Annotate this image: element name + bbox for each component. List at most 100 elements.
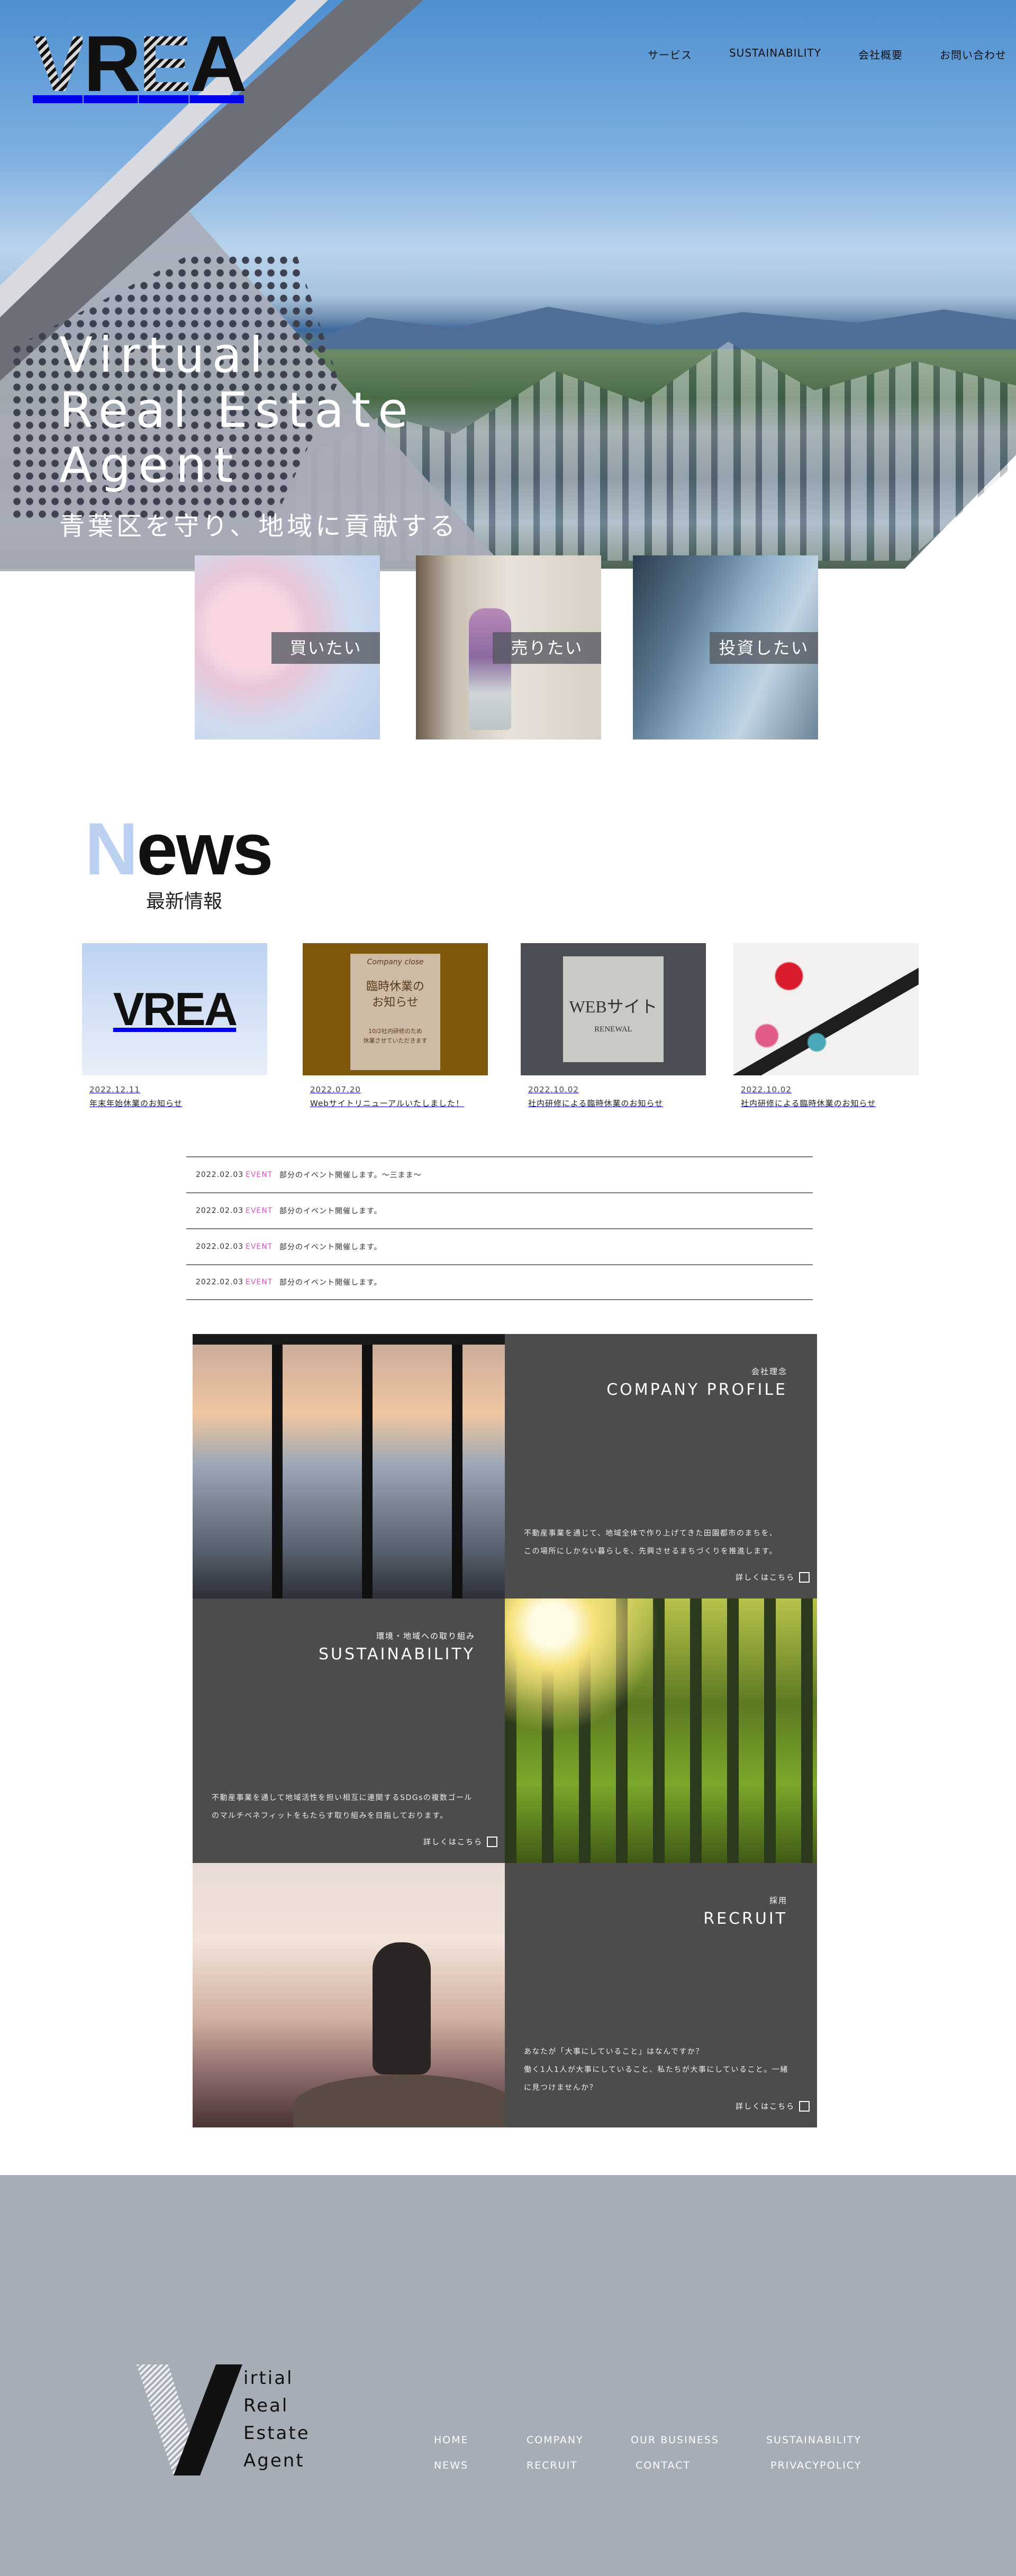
hero-title-line: Virtual bbox=[59, 327, 270, 383]
more-label: 詳しくはこちら bbox=[736, 1574, 795, 1582]
service-card-buy[interactable]: 買いたい bbox=[195, 555, 380, 739]
section-kicker: 会社理念 bbox=[751, 1367, 787, 1376]
logo-letter: R bbox=[84, 19, 141, 108]
section-body: 不動産事業を通して地域活性を担い相互に連関するSDGsの複数ゴール のマルチベネ… bbox=[212, 1789, 473, 1825]
rock-shape bbox=[293, 2075, 505, 2127]
footer-link-company[interactable]: COMPANY bbox=[527, 2434, 631, 2460]
recruit-more-link[interactable]: 詳しくはこちら bbox=[736, 2101, 810, 2112]
footer-link-recruit[interactable]: RECRUIT bbox=[527, 2460, 636, 2485]
renewal-note: RENEWAL bbox=[594, 1025, 632, 1034]
section-body-line: 働く1人1人が大事にしていること、私たちが大事にしていること。一緒 bbox=[524, 2066, 788, 2074]
sustainability-more-link[interactable]: 詳しくはこちら bbox=[423, 1837, 497, 1847]
external-link-icon bbox=[799, 2101, 810, 2112]
event-text: 部分のイベント開催します。 bbox=[279, 1243, 382, 1252]
nav-item-contact[interactable]: お問い合わせ bbox=[940, 47, 1006, 62]
section-title: RECRUIT bbox=[703, 1910, 787, 1928]
more-label: 詳しくはこちら bbox=[736, 2103, 795, 2111]
logo-letter: V bbox=[33, 19, 86, 108]
notice-script: Company close bbox=[367, 958, 424, 966]
news-subheading: 最新情報 bbox=[146, 891, 223, 912]
service-card-sell[interactable]: 売りたい bbox=[416, 555, 601, 739]
nav-item-service[interactable]: サービス bbox=[648, 47, 692, 62]
notice-body: 10/2社内研修のため 休業させていただきます bbox=[363, 1028, 428, 1044]
footer-logo-mark[interactable] bbox=[137, 2364, 242, 2475]
news-title: Webサイトリニューアルいたしました！ bbox=[310, 1099, 464, 1108]
section-body-line: に見つけませんか？ bbox=[524, 2084, 598, 2092]
event-text: 部分のイベント開催します。〜三まま〜 bbox=[279, 1171, 422, 1180]
news-thumbnail: Company close 臨時休業の お知らせ 10/2社内研修のため 休業さ… bbox=[303, 943, 488, 1075]
nav-item-sustainability[interactable]: SUSTAINABILITY bbox=[729, 47, 821, 62]
section-title: COMPANY PROFILE bbox=[606, 1381, 787, 1399]
event-row[interactable]: 2022.02.03 EVENT 部分のイベント開催します。〜三まま〜 bbox=[186, 1156, 813, 1192]
hero-subtitle: 青葉区を守り、地域に貢献する bbox=[59, 511, 459, 541]
service-card-invest[interactable]: 投資したい bbox=[633, 555, 818, 739]
footer-links: HOME COMPANY OUR BUSINESS SUSTAINABILITY… bbox=[434, 2434, 884, 2485]
footer-logo-text: irtial Real Estate Agent bbox=[243, 2364, 310, 2474]
news-heading: News bbox=[85, 812, 274, 886]
news-thumbnail bbox=[733, 943, 919, 1075]
news-card[interactable]: 2022.10.02 社内研修による臨時休業のお知らせ bbox=[733, 943, 919, 1109]
footer-logo-line: Estate bbox=[243, 2423, 310, 2444]
office-window-image bbox=[193, 1334, 505, 1598]
section-body-line: あなたが「大事にしていること」はなんですか？ bbox=[524, 2048, 704, 2056]
site-logo[interactable]: V R E A bbox=[33, 19, 247, 108]
service-card-label: 投資したい bbox=[710, 632, 818, 664]
sustainability-panel: 環境・地域への取り組み SUSTAINABILITY 不動産事業を通して地域活性… bbox=[193, 1598, 505, 1863]
event-list: 2022.02.03 EVENT 部分のイベント開催します。〜三まま〜 2022… bbox=[186, 1156, 813, 1300]
event-tag: EVENT bbox=[246, 1243, 273, 1251]
news-thumbnail: WEBサイト RENEWAL bbox=[521, 943, 706, 1075]
service-card-label: 買いたい bbox=[271, 632, 380, 664]
news-heading-rest: ews bbox=[137, 807, 274, 890]
news-card[interactable]: WEBサイト RENEWAL 2022.10.02 社内研修による臨時休業のお知… bbox=[521, 943, 706, 1109]
news-date: 2022.10.02 bbox=[741, 1085, 792, 1094]
news-title: 社内研修による臨時休業のお知らせ bbox=[528, 1099, 664, 1108]
section-body-line: 不動産事業を通じて、地域全体で作り上げてきた田園都市のまちを、 bbox=[524, 1529, 778, 1538]
news-thumbnail-renewal: WEBサイト RENEWAL bbox=[563, 956, 664, 1062]
footer-link-home[interactable]: HOME bbox=[434, 2434, 527, 2460]
news-thumbnail: VREA bbox=[82, 943, 267, 1075]
renewal-title: WEBサイト bbox=[569, 997, 658, 1016]
event-text: 部分のイベント開催します。 bbox=[279, 1278, 382, 1287]
footer-logo-line: Real bbox=[243, 2395, 289, 2416]
notice-title: 臨時休業の お知らせ bbox=[366, 980, 424, 1009]
news-title: 年末年始休業のお知らせ bbox=[89, 1099, 183, 1108]
section-body-line: この場所にしかない暮らしを、先興させるまちづくりを推進します。 bbox=[524, 1547, 778, 1556]
hero-title: Virtual Real Estate Agent bbox=[59, 328, 415, 493]
news-card[interactable]: VREA 2022.12.11 年末年始休業のお知らせ bbox=[82, 943, 267, 1109]
event-date: 2022.02.03 bbox=[196, 1243, 244, 1251]
company-profile-panel: 会社理念 COMPANY PROFILE 不動産事業を通じて、地域全体で作り上げ… bbox=[505, 1334, 817, 1598]
event-date: 2022.02.03 bbox=[196, 1207, 244, 1215]
section-title: SUSTAINABILITY bbox=[318, 1645, 475, 1664]
main-nav: サービス SUSTAINABILITY 会社概要 お問い合わせ bbox=[648, 47, 1006, 62]
section-body-line: 不動産事業を通して地域活性を担い相互に連関するSDGsの複数ゴール bbox=[212, 1794, 473, 1802]
footer-logo-line: irtial bbox=[243, 2368, 294, 2389]
footer-link-privacy[interactable]: PRIVACYPOLICY bbox=[770, 2460, 861, 2485]
person-silhouette bbox=[373, 1942, 431, 2075]
event-text: 部分のイベント開催します。 bbox=[279, 1207, 382, 1216]
section-body-line: のマルチベネフィットをもたらす取り組みを目指しております。 bbox=[212, 1812, 448, 1820]
event-row[interactable]: 2022.02.03 EVENT 部分のイベント開催します。 bbox=[186, 1228, 813, 1264]
event-tag: EVENT bbox=[246, 1278, 273, 1286]
event-row[interactable]: 2022.02.03 EVENT 部分のイベント開催します。 bbox=[186, 1192, 813, 1228]
section-kicker: 環境・地域への取り組み bbox=[376, 1631, 475, 1641]
section-kicker: 採用 bbox=[769, 1896, 787, 1905]
section-body: 不動産事業を通じて、地域全体で作り上げてきた田園都市のまちを、 この場所にしかな… bbox=[524, 1524, 777, 1560]
footer-link-contact[interactable]: CONTACT bbox=[636, 2460, 770, 2485]
footer-link-news[interactable]: NEWS bbox=[434, 2460, 527, 2485]
service-card-label: 売りたい bbox=[493, 632, 601, 664]
mountain-person-image bbox=[193, 1863, 505, 2127]
news-date: 2022.12.11 bbox=[89, 1085, 140, 1094]
footer-link-sustainability[interactable]: SUSTAINABILITY bbox=[766, 2434, 861, 2460]
news-thumbnail-notice: Company close 臨時休業の お知らせ 10/2社内研修のため 休業さ… bbox=[350, 954, 440, 1070]
event-row[interactable]: 2022.02.03 EVENT 部分のイベント開催します。 bbox=[186, 1264, 813, 1300]
news-card[interactable]: Company close 臨時休業の お知らせ 10/2社内研修のため 休業さ… bbox=[303, 943, 488, 1109]
nav-item-company[interactable]: 会社概要 bbox=[858, 47, 903, 62]
footer-link-business[interactable]: OUR BUSINESS bbox=[631, 2434, 766, 2460]
external-link-icon bbox=[799, 1572, 810, 1583]
event-date: 2022.02.03 bbox=[196, 1171, 244, 1179]
event-date: 2022.02.03 bbox=[196, 1278, 244, 1286]
company-more-link[interactable]: 詳しくはこちら bbox=[736, 1572, 810, 1583]
external-link-icon bbox=[487, 1837, 497, 1847]
footer-logo-line: Agent bbox=[243, 2450, 305, 2471]
logo-letter: E bbox=[139, 19, 192, 108]
